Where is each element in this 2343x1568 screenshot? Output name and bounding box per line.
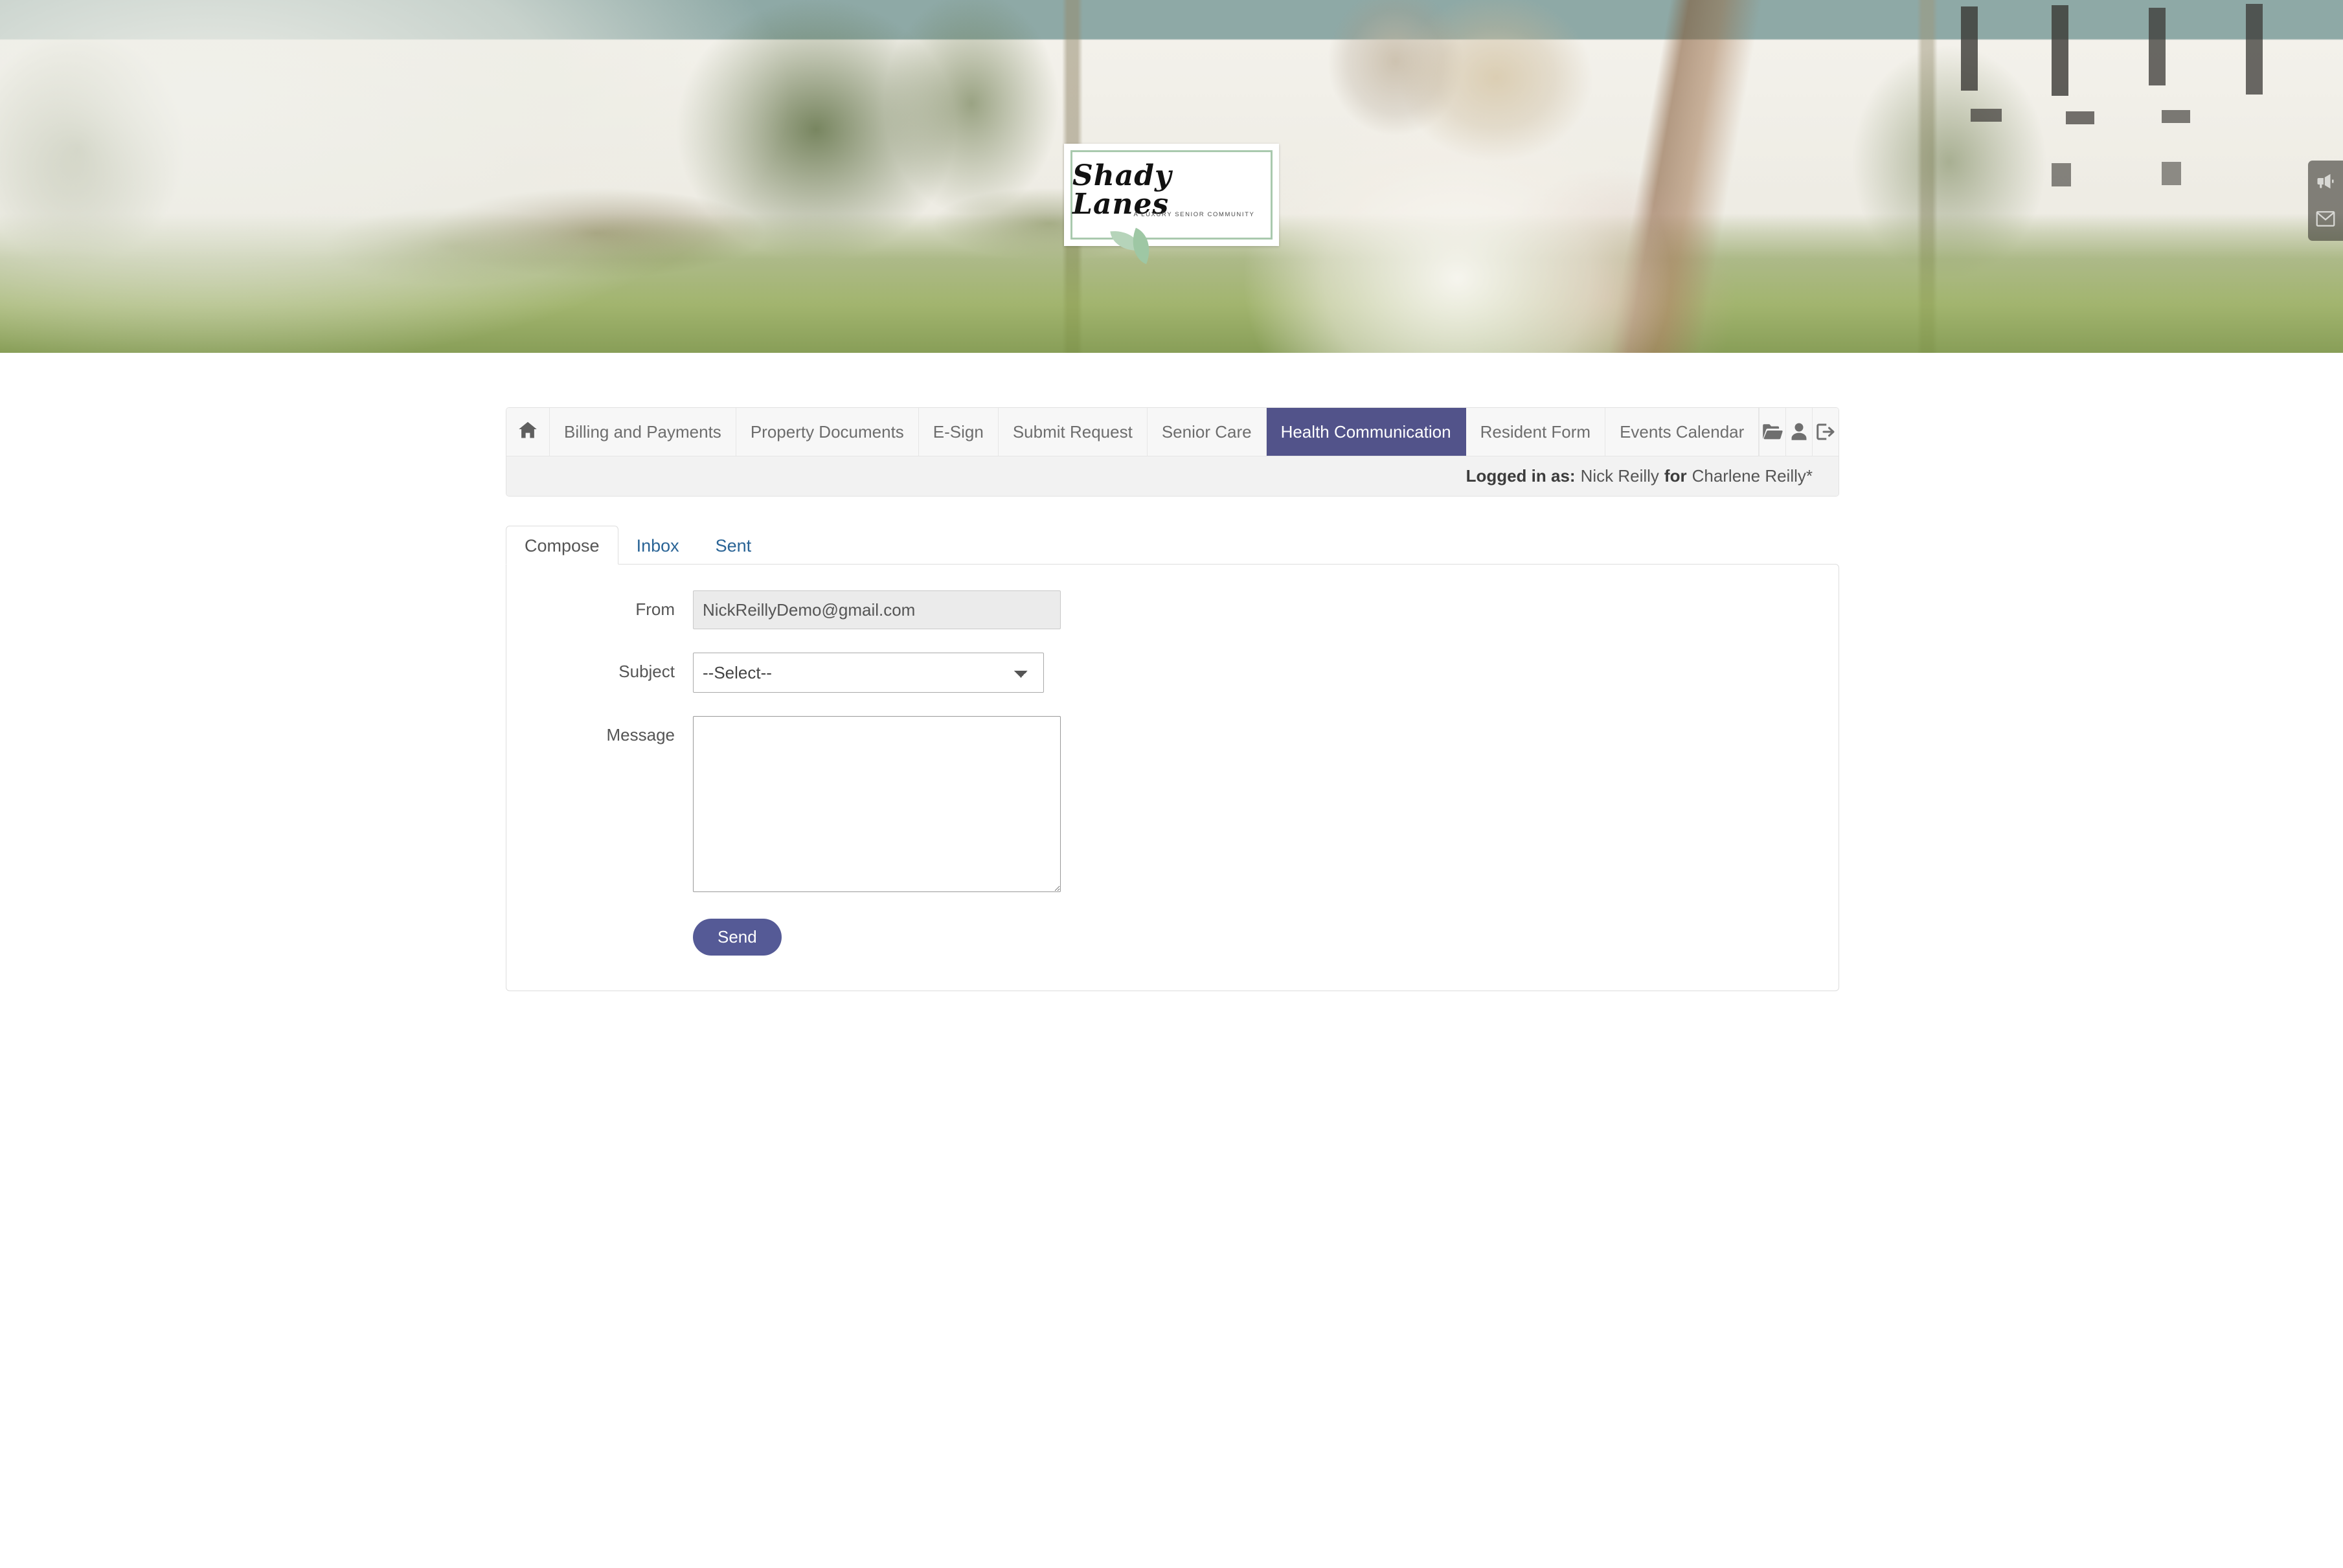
message-tabs: Compose Inbox Sent (506, 524, 1839, 565)
message-control (693, 716, 1839, 895)
side-tool-rail[interactable] (2308, 161, 2343, 241)
nav-item-property-documents[interactable]: Property Documents (736, 408, 919, 456)
tab-compose[interactable]: Compose (506, 525, 618, 565)
message-textarea[interactable] (693, 716, 1061, 892)
folder-open-icon[interactable] (1760, 408, 1786, 456)
tab-sent[interactable]: Sent (697, 526, 770, 564)
from-control (693, 590, 1839, 629)
nav-item-e-sign[interactable]: E-Sign (918, 408, 999, 456)
from-input[interactable] (693, 590, 1061, 629)
page-body: Billing and Payments Property Documents … (0, 353, 2343, 1568)
nav-item-billing-and-payments[interactable]: Billing and Payments (550, 408, 736, 456)
subject-label: Subject (618, 662, 675, 681)
tab-inbox[interactable]: Inbox (618, 526, 697, 564)
nav-item-health-communication[interactable]: Health Communication (1266, 408, 1466, 456)
site-logo[interactable]: Shady Lanes A LUXURY SENIOR COMMUNITY (1064, 144, 1279, 265)
nav-item-events-calendar[interactable]: Events Calendar (1605, 408, 1760, 456)
sign-out-icon[interactable] (1812, 408, 1839, 456)
submit-spacer (506, 919, 693, 928)
session-joiner: for (1664, 466, 1687, 486)
form-row-from: From (506, 590, 1839, 629)
nav-item-submit-request[interactable]: Submit Request (998, 408, 1148, 456)
subject-select[interactable]: --Select-- (693, 653, 1044, 693)
session-user: Nick Reilly (1580, 466, 1659, 486)
logo-frame: Shady Lanes A LUXURY SENIOR COMMUNITY (1070, 150, 1273, 265)
hero-banner: Shady Lanes A LUXURY SENIOR COMMUNITY (0, 0, 2343, 353)
nav-item-senior-care[interactable]: Senior Care (1147, 408, 1267, 456)
envelope-icon[interactable] (2313, 205, 2338, 233)
send-button[interactable]: Send (693, 919, 782, 956)
session-resident: Charlene Reilly* (1692, 466, 1813, 486)
message-label: Message (606, 725, 675, 745)
logo-wordmark: Shady Lanes (1072, 159, 1172, 221)
from-label: From (635, 599, 675, 619)
form-row-message: Message (506, 716, 1839, 895)
home-icon (518, 421, 538, 443)
content-container: Billing and Payments Property Documents … (506, 407, 1839, 991)
subject-control: --Select-- (693, 653, 1839, 693)
hero-building-windows (1961, 4, 2263, 186)
main-nav-card: Billing and Payments Property Documents … (506, 407, 1839, 497)
nav-item-resident-form[interactable]: Resident Form (1466, 408, 1606, 456)
compose-panel: From Subject --Select-- Message (506, 564, 1839, 991)
form-row-submit: Send (506, 919, 1839, 956)
session-prefix: Logged in as: (1466, 466, 1576, 486)
session-bar: Logged in as: Nick Reilly for Charlene R… (506, 456, 1839, 496)
form-row-subject: Subject --Select-- (506, 653, 1839, 693)
submit-control: Send (693, 919, 1839, 956)
nav-home-button[interactable] (506, 408, 550, 456)
user-icon[interactable] (1785, 408, 1813, 456)
megaphone-icon[interactable] (2313, 167, 2338, 196)
main-nav: Billing and Payments Property Documents … (506, 408, 1839, 456)
logo-tagline: A LUXURY SENIOR COMMUNITY (1133, 211, 1255, 218)
